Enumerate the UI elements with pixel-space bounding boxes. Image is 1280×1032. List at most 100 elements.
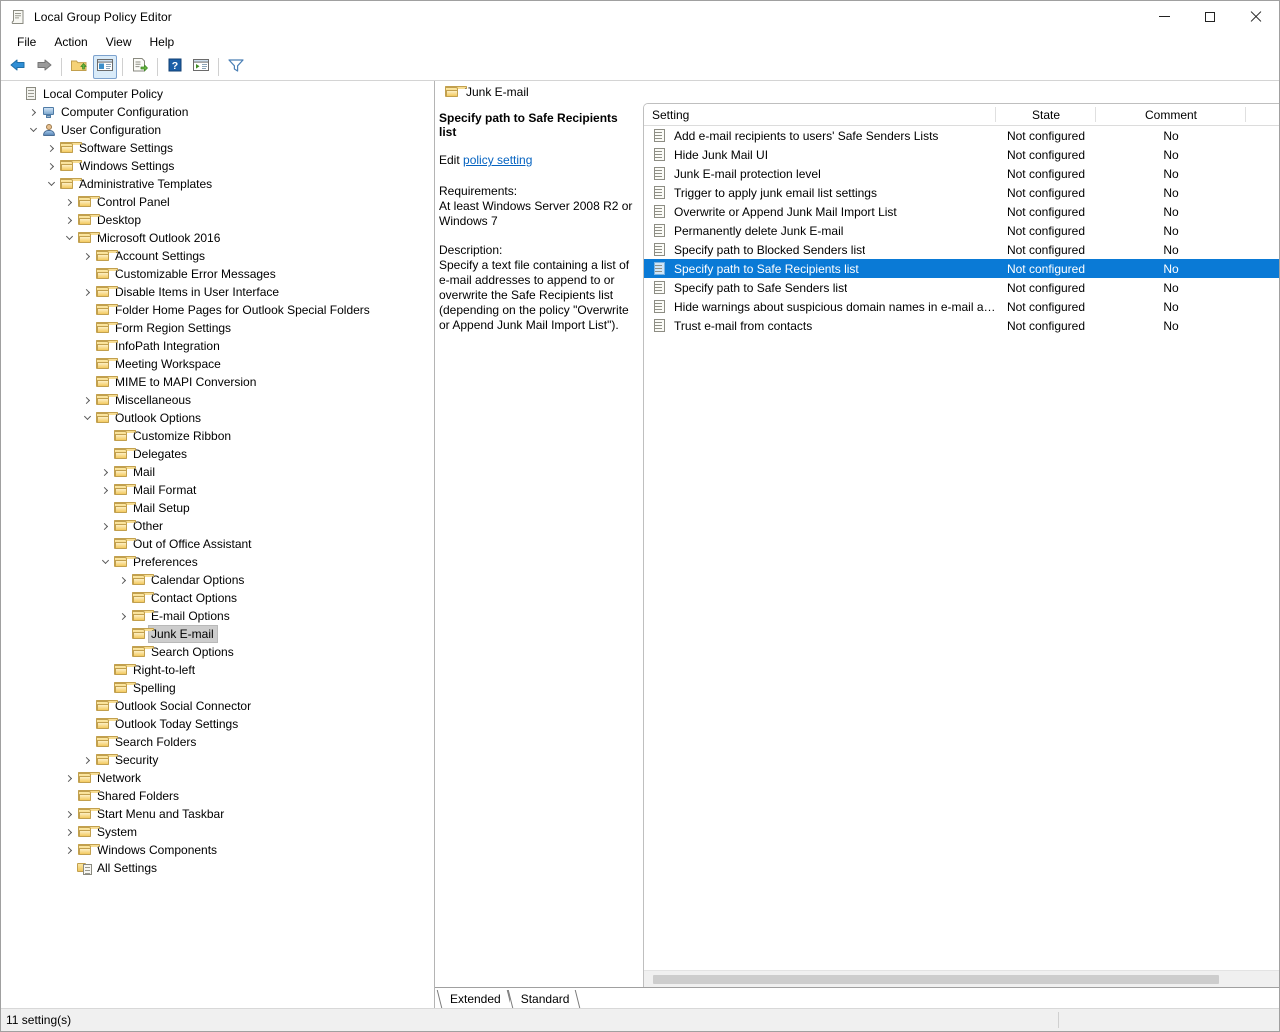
tree-item-shared-folders[interactable]: Shared Folders [1, 787, 434, 805]
tree-item-computer-configuration[interactable]: Computer Configuration [1, 103, 434, 121]
menu-view[interactable]: View [97, 33, 141, 51]
policy-setting-link[interactable]: policy setting [463, 153, 532, 167]
expand-chevron-icon[interactable] [79, 284, 95, 300]
tree-item-preferences[interactable]: Preferences [1, 553, 434, 571]
tree-item-customizable-error-messages[interactable]: Customizable Error Messages [1, 265, 434, 283]
tree-item-security[interactable]: Security [1, 751, 434, 769]
tree-item-desktop[interactable]: Desktop [1, 211, 434, 229]
up-one-level-button[interactable] [67, 55, 91, 79]
expand-chevron-icon[interactable] [79, 752, 95, 768]
tree-item-control-panel[interactable]: Control Panel [1, 193, 434, 211]
tree-item-software-settings[interactable]: Software Settings [1, 139, 434, 157]
table-row[interactable]: Hide Junk Mail UINot configuredNo [644, 145, 1279, 164]
tree-item-disable-items-in-user-interface[interactable]: Disable Items in User Interface [1, 283, 434, 301]
tree-item-contact-options[interactable]: Contact Options [1, 589, 434, 607]
minimize-button[interactable] [1141, 1, 1187, 32]
close-button[interactable] [1233, 1, 1279, 32]
expand-chevron-icon[interactable] [79, 392, 95, 408]
table-row[interactable]: Add e-mail recipients to users' Safe Sen… [644, 126, 1279, 145]
collapse-chevron-icon[interactable] [43, 176, 59, 192]
column-divider[interactable] [1245, 107, 1246, 122]
tree-item-outlook-options[interactable]: Outlook Options [1, 409, 434, 427]
tree-item-customize-ribbon[interactable]: Customize Ribbon [1, 427, 434, 445]
tree-item-outlook-social-connector[interactable]: Outlook Social Connector [1, 697, 434, 715]
tree-item-mail[interactable]: Mail [1, 463, 434, 481]
expand-chevron-icon[interactable] [61, 806, 77, 822]
tree-item-form-region-settings[interactable]: Form Region Settings [1, 319, 434, 337]
tree-item-microsoft-outlook-2016[interactable]: Microsoft Outlook 2016 [1, 229, 434, 247]
expand-chevron-icon[interactable] [43, 140, 59, 156]
tree-item-network[interactable]: Network [1, 769, 434, 787]
scrollbar-track[interactable] [645, 975, 1278, 984]
tree-item-miscellaneous[interactable]: Miscellaneous [1, 391, 434, 409]
expand-chevron-icon[interactable] [61, 212, 77, 228]
tree-item-meeting-workspace[interactable]: Meeting Workspace [1, 355, 434, 373]
column-header-state[interactable]: State [996, 104, 1096, 125]
scrollbar-thumb[interactable] [653, 975, 1219, 984]
tree-item-other[interactable]: Other [1, 517, 434, 535]
tree-item-mime-to-mapi-conversion[interactable]: MIME to MAPI Conversion [1, 373, 434, 391]
tree-item-system[interactable]: System [1, 823, 434, 841]
tab-extended[interactable]: Extended [439, 989, 510, 1008]
table-row[interactable]: Specify path to Blocked Senders listNot … [644, 240, 1279, 259]
table-row[interactable]: Specify path to Safe Recipients listNot … [644, 259, 1279, 278]
tree-item-mail-setup[interactable]: Mail Setup [1, 499, 434, 517]
expand-chevron-icon[interactable] [97, 518, 113, 534]
expand-chevron-icon[interactable] [61, 770, 77, 786]
table-row[interactable]: Trust e-mail from contactsNot configured… [644, 316, 1279, 335]
tree-item-infopath-integration[interactable]: InfoPath Integration [1, 337, 434, 355]
tree-item-start-menu-and-taskbar[interactable]: Start Menu and Taskbar [1, 805, 434, 823]
expand-chevron-icon[interactable] [61, 842, 77, 858]
expand-chevron-icon[interactable] [61, 824, 77, 840]
collapse-chevron-icon[interactable] [79, 410, 95, 426]
tree-item-local-computer-policy[interactable]: Local Computer Policy [1, 85, 434, 103]
tree-item-right-to-left[interactable]: Right-to-left [1, 661, 434, 679]
tree-item-search-folders[interactable]: Search Folders [1, 733, 434, 751]
back-button[interactable] [6, 55, 30, 79]
table-row[interactable]: Hide warnings about suspicious domain na… [644, 297, 1279, 316]
show-hide-console-tree-button[interactable] [93, 55, 117, 79]
tree-item-windows-components[interactable]: Windows Components [1, 841, 434, 859]
export-list-button[interactable] [128, 55, 152, 79]
tab-standard[interactable]: Standard [510, 989, 579, 1008]
expand-chevron-icon[interactable] [43, 158, 59, 174]
table-row[interactable]: Permanently delete Junk E-mailNot config… [644, 221, 1279, 240]
tree-item-folder-home-pages-for-outlook-special-folders[interactable]: Folder Home Pages for Outlook Special Fo… [1, 301, 434, 319]
table-row[interactable]: Junk E-mail protection levelNot configur… [644, 164, 1279, 183]
tree-item-delegates[interactable]: Delegates [1, 445, 434, 463]
expand-chevron-icon[interactable] [115, 572, 131, 588]
help-button[interactable]: ? [163, 55, 187, 79]
table-row[interactable]: Trigger to apply junk email list setting… [644, 183, 1279, 202]
table-row[interactable]: Specify path to Safe Senders listNot con… [644, 278, 1279, 297]
tree-item-search-options[interactable]: Search Options [1, 643, 434, 661]
menu-help[interactable]: Help [141, 33, 184, 51]
tree-item-outlook-today-settings[interactable]: Outlook Today Settings [1, 715, 434, 733]
tree-item-junk-e-mail[interactable]: Junk E-mail [1, 625, 434, 643]
expand-chevron-icon[interactable] [97, 464, 113, 480]
forward-button[interactable] [32, 55, 56, 79]
collapse-chevron-icon[interactable] [97, 554, 113, 570]
tree-item-calendar-options[interactable]: Calendar Options [1, 571, 434, 589]
column-header-comment[interactable]: Comment [1096, 104, 1246, 125]
tree-item-mail-format[interactable]: Mail Format [1, 481, 434, 499]
tree-item-user-configuration[interactable]: User Configuration [1, 121, 434, 139]
filter-button[interactable] [224, 55, 248, 79]
tree-item-out-of-office-assistant[interactable]: Out of Office Assistant [1, 535, 434, 553]
menu-action[interactable]: Action [45, 33, 96, 51]
menu-file[interactable]: File [8, 33, 45, 51]
tree-item-windows-settings[interactable]: Windows Settings [1, 157, 434, 175]
settings-list-rows[interactable]: Add e-mail recipients to users' Safe Sen… [644, 126, 1279, 970]
maximize-button[interactable] [1187, 1, 1233, 32]
collapse-chevron-icon[interactable] [61, 230, 77, 246]
tree-item-account-settings[interactable]: Account Settings [1, 247, 434, 265]
table-row[interactable]: Overwrite or Append Junk Mail Import Lis… [644, 202, 1279, 221]
tree-item-e-mail-options[interactable]: E-mail Options [1, 607, 434, 625]
expand-chevron-icon[interactable] [25, 104, 41, 120]
expand-chevron-icon[interactable] [61, 194, 77, 210]
expand-chevron-icon[interactable] [115, 608, 131, 624]
tree-item-all-settings[interactable]: All Settings [1, 859, 434, 877]
column-header-setting[interactable]: Setting [644, 104, 996, 125]
expand-chevron-icon[interactable] [79, 248, 95, 264]
tree-item-administrative-templates[interactable]: Administrative Templates [1, 175, 434, 193]
console-tree[interactable]: Local Computer PolicyComputer Configurat… [1, 81, 435, 1008]
